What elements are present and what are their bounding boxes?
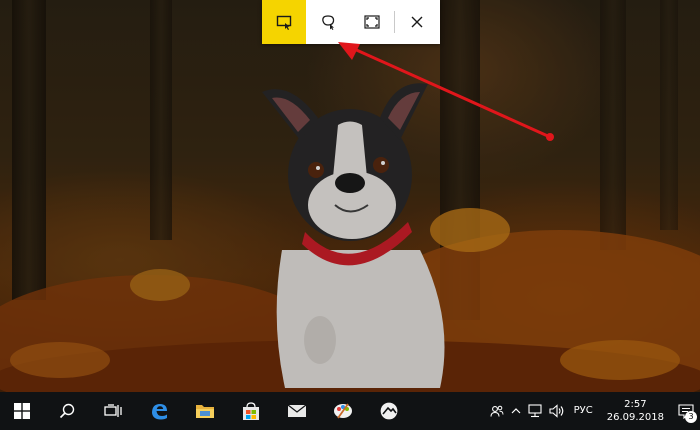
task-view-button[interactable] bbox=[90, 392, 136, 430]
volume-icon bbox=[549, 404, 563, 418]
system-tray: РУС 2:57 26.09.2018 3 bbox=[486, 392, 700, 430]
folder-icon bbox=[196, 405, 214, 418]
close-icon bbox=[411, 16, 423, 28]
store-icon bbox=[243, 402, 259, 420]
volume-button[interactable] bbox=[546, 392, 568, 430]
mail-taskbar-button[interactable] bbox=[274, 392, 320, 430]
start-button[interactable] bbox=[0, 392, 44, 430]
input-language-indicator[interactable]: РУС bbox=[568, 392, 599, 430]
people-button[interactable] bbox=[486, 392, 508, 430]
fullscreen-snip-button[interactable] bbox=[350, 0, 394, 44]
mail-icon bbox=[287, 404, 307, 417]
store-taskbar-button[interactable] bbox=[228, 392, 274, 430]
paint-icon bbox=[334, 403, 352, 419]
notification-count-badge: 3 bbox=[685, 411, 697, 423]
desktop-wallpaper bbox=[0, 0, 700, 392]
clock-time: 2:57 bbox=[624, 399, 647, 410]
freeform-snip-button[interactable] bbox=[306, 0, 350, 44]
search-button[interactable] bbox=[44, 392, 90, 430]
hidden-icons-button[interactable] bbox=[508, 392, 524, 430]
taskbar: РУС 2:57 26.09.2018 3 bbox=[0, 392, 700, 430]
rectangular-snip-button[interactable] bbox=[262, 0, 306, 44]
freeform-snip-icon bbox=[322, 15, 335, 30]
rectangular-snip-icon bbox=[276, 15, 292, 30]
edge-browser-icon bbox=[152, 404, 167, 420]
people-icon bbox=[490, 405, 504, 417]
clock-date: 26.09.2018 bbox=[606, 412, 664, 423]
fullscreen-snip-icon bbox=[364, 15, 380, 29]
clock[interactable]: 2:57 26.09.2018 bbox=[599, 398, 672, 424]
snip-toolbar bbox=[262, 0, 440, 44]
action-center-button[interactable]: 3 bbox=[672, 392, 700, 430]
chevron-up-icon bbox=[511, 408, 521, 414]
file-explorer-taskbar-button[interactable] bbox=[182, 392, 228, 430]
app-taskbar-button[interactable] bbox=[366, 392, 412, 430]
network-icon bbox=[528, 404, 542, 418]
search-icon bbox=[59, 403, 75, 419]
network-button[interactable] bbox=[524, 392, 546, 430]
close-snip-button[interactable] bbox=[395, 0, 439, 44]
task-view-icon bbox=[104, 404, 122, 417]
paint-taskbar-button[interactable] bbox=[320, 392, 366, 430]
windows-logo-icon bbox=[14, 403, 30, 419]
edge-taskbar-button[interactable] bbox=[136, 392, 182, 430]
app-icon bbox=[379, 401, 399, 421]
